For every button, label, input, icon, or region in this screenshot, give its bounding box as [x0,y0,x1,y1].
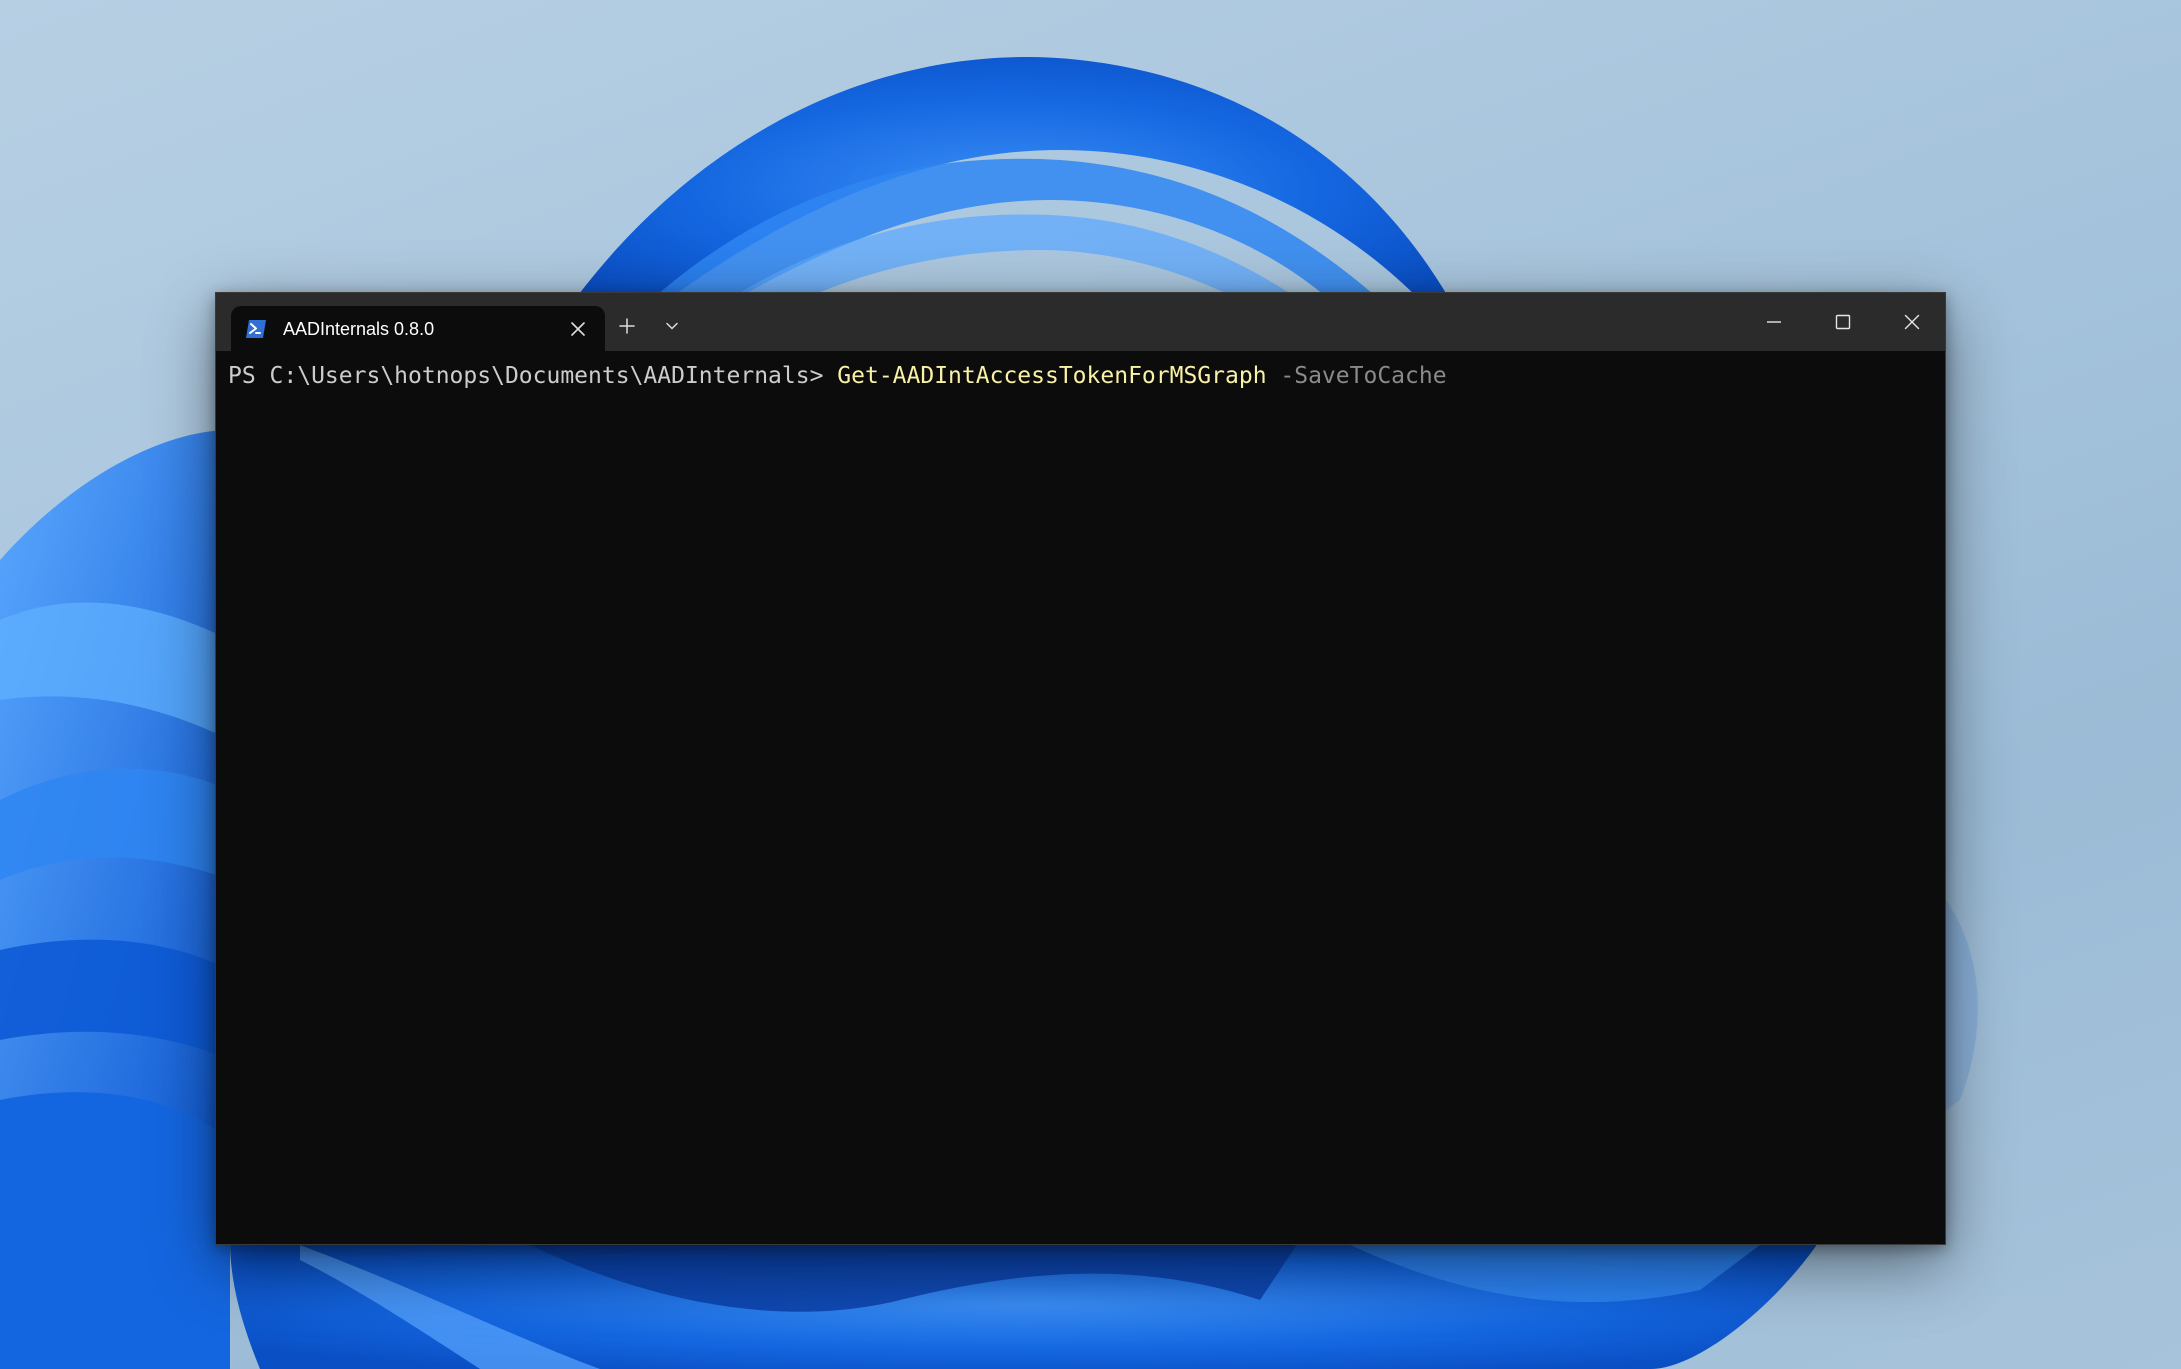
parameter-text: -SaveToCache [1266,363,1447,389]
terminal-output[interactable]: PS C:\Users\hotnops\Documents\AADInterna… [216,351,1945,1244]
plus-icon [619,318,635,334]
new-tab-button[interactable] [608,307,646,345]
terminal-window: AADInternals 0.8.0 PS C:\Users\hotnops\D… [215,292,1946,1245]
close-tab-icon[interactable] [565,316,591,342]
maximize-button[interactable] [1809,293,1877,351]
tab-dropdown-button[interactable] [653,307,691,345]
tab-title: AADInternals 0.8.0 [283,319,435,339]
close-window-button[interactable] [1878,293,1946,351]
minimize-button[interactable] [1740,293,1808,351]
command-text: Get-AADIntAccessTokenForMSGraph [837,363,1267,389]
minimize-icon [1767,321,1781,323]
command-line: PS C:\Users\hotnops\Documents\AADInterna… [228,359,1447,393]
prompt-text: PS C:\Users\hotnops\Documents\AADInterna… [228,363,838,389]
chevron-down-icon [666,322,678,330]
tab-aadinternals[interactable]: AADInternals 0.8.0 [231,306,605,351]
close-icon [1904,314,1920,330]
maximize-icon [1835,314,1851,330]
title-bar[interactable]: AADInternals 0.8.0 [216,293,1945,351]
powershell-icon [245,318,267,340]
